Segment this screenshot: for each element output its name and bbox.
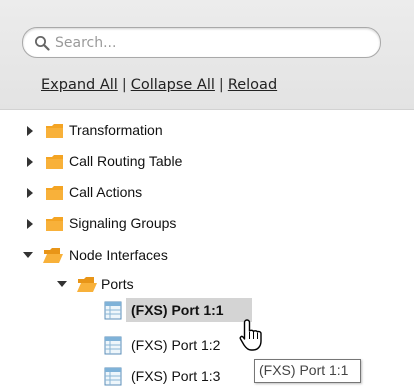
tree-node-transformation[interactable]: Transformation [0, 120, 200, 142]
tree-node-label: Signaling Groups [69, 215, 177, 231]
table-icon [104, 301, 122, 320]
tree-node-label: (FXS) Port 1:2 [131, 337, 221, 353]
triangle-right-icon[interactable] [24, 213, 36, 235]
tree-node-label: (FXS) Port 1:3 [131, 368, 221, 384]
table-icon [104, 336, 122, 355]
search-box[interactable] [22, 27, 381, 58]
folder-open-icon [43, 248, 63, 263]
triangle-down-icon[interactable] [22, 245, 34, 267]
reload-link[interactable]: Reload [228, 77, 277, 93]
tree-node-ports[interactable]: Ports [0, 274, 150, 296]
tree-node-label: (FXS) Port 1:1 [131, 302, 224, 318]
triangle-right-icon[interactable] [24, 120, 36, 142]
tooltip-text: (FXS) Port 1:1 [259, 362, 349, 378]
tree-node-signaling-groups[interactable]: Signaling Groups [0, 213, 220, 235]
tree-node-node-interfaces[interactable]: Node Interfaces [0, 245, 220, 267]
tree-node-port-1-3[interactable]: (FXS) Port 1:3 [0, 366, 260, 388]
folder-icon [46, 124, 63, 138]
link-separator: | [121, 77, 127, 93]
hand-pointer-icon [239, 319, 262, 351]
tree-node-call-routing-table[interactable]: Call Routing Table [0, 151, 220, 173]
collapse-all-link[interactable]: Collapse All [131, 77, 215, 93]
tree-actions: Expand All | Collapse All | Reload [41, 77, 277, 93]
triangle-right-icon[interactable] [24, 182, 36, 204]
tree-node-call-actions[interactable]: Call Actions [0, 182, 200, 204]
tree-node-label: Call Actions [69, 184, 143, 200]
tree-node-label: Call Routing Table [69, 153, 183, 169]
triangle-down-icon[interactable] [56, 274, 68, 296]
folder-open-icon [77, 277, 97, 292]
tree-node-label: Transformation [69, 122, 163, 138]
table-icon [104, 367, 122, 386]
folder-icon [46, 155, 63, 169]
tree-node-label: Node Interfaces [69, 247, 168, 263]
search-icon [35, 36, 50, 51]
tree-node-port-1-1[interactable]: (FXS) Port 1:1 [0, 300, 260, 322]
tree-node-port-1-2[interactable]: (FXS) Port 1:2 [0, 335, 260, 357]
tooltip: (FXS) Port 1:1 [254, 359, 361, 383]
folder-icon [46, 217, 63, 231]
link-separator: | [218, 77, 224, 93]
search-input[interactable] [53, 32, 363, 54]
triangle-right-icon[interactable] [24, 151, 36, 173]
tree-node-label: Ports [101, 276, 134, 292]
folder-icon [46, 186, 63, 200]
expand-all-link[interactable]: Expand All [41, 77, 118, 93]
toolbar-panel: Expand All|Collapse All|Reload [0, 0, 414, 110]
